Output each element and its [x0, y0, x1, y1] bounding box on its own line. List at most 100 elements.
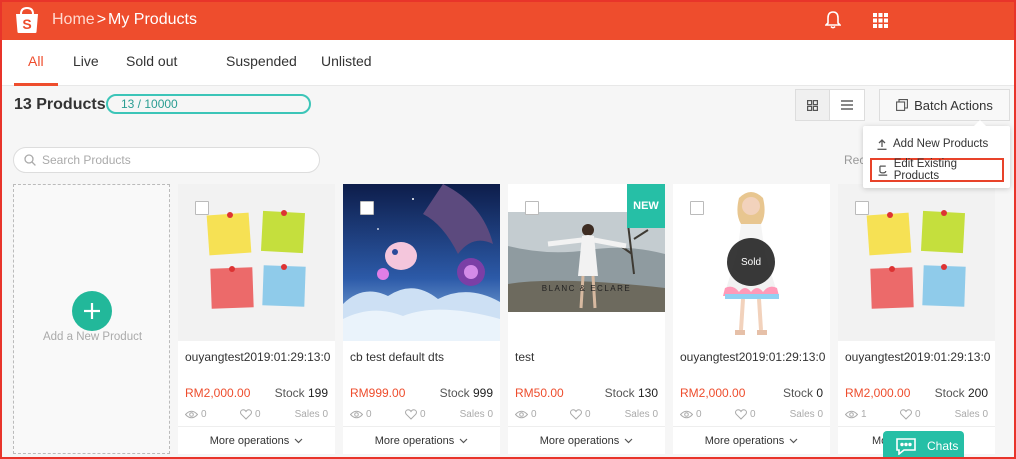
product-checkbox[interactable] — [195, 201, 209, 215]
product-stats: 0 0 Sales 0 — [350, 409, 493, 423]
likes-stat: 0 — [570, 409, 591, 420]
product-card[interactable]: Sold ouyangtest2019:01:29:13:01 RM2,000.… — [673, 184, 830, 454]
tab-all[interactable]: All — [14, 40, 57, 86]
add-new-product-card[interactable]: Add a New Product — [13, 184, 170, 454]
apps-grid-icon[interactable] — [873, 12, 888, 33]
product-checkbox[interactable] — [525, 201, 539, 215]
search-input[interactable] — [42, 153, 302, 167]
search-box — [13, 147, 320, 173]
notification-bell-icon[interactable] — [824, 11, 842, 34]
search-icon — [24, 154, 36, 166]
add-new-product-label: Add a New Product — [42, 331, 143, 343]
batch-actions-menu: Add New Products Edit Existing Products — [863, 120, 1010, 188]
view-toggle — [795, 89, 865, 121]
sales-label: Sales — [294, 409, 320, 420]
menu-item-label: Add New Products — [893, 138, 989, 150]
likes-count: 0 — [915, 409, 921, 420]
svg-text:S: S — [22, 16, 31, 32]
sales-count: 0 — [322, 409, 328, 420]
menu-item-label: Edit Existing Products — [893, 158, 957, 182]
eye-icon — [185, 410, 198, 419]
stock-value: 130 — [637, 386, 658, 400]
new-badge: NEW — [627, 184, 665, 228]
stock-value: 999 — [472, 386, 493, 400]
edit-icon — [878, 165, 888, 176]
views-count: 0 — [531, 409, 537, 420]
grid-view-button[interactable] — [796, 90, 831, 120]
heart-icon — [570, 409, 582, 420]
product-card[interactable]: cb test default dts RM999.00 Stock 999 0… — [343, 184, 500, 454]
more-operations-label: More operations — [539, 434, 620, 447]
more-operations-button[interactable]: More operations — [343, 426, 500, 454]
breadcrumb-home-link[interactable]: Home — [52, 11, 95, 29]
stock-label: Stock — [604, 386, 635, 400]
more-operations-button[interactable]: More operations — [178, 426, 335, 454]
product-name[interactable]: ouyangtest2019:01:29:13:01 — [680, 350, 826, 364]
product-checkbox[interactable] — [690, 201, 704, 215]
product-stock: Stock 0 — [783, 386, 823, 400]
plus-icon — [84, 303, 100, 319]
copy-icon — [896, 99, 909, 111]
product-name[interactable]: ouyangtest2019:01:29:13:03 — [845, 350, 991, 364]
batch-actions-button[interactable]: Batch Actions — [879, 89, 1010, 121]
sold-overlay: Sold — [727, 238, 775, 286]
top-header: S Home > My Products — [0, 0, 1016, 40]
image-brand-text: BLANC & ECLARE — [541, 284, 632, 293]
chats-label: Chats — [927, 439, 959, 453]
likes-count: 0 — [255, 409, 261, 420]
more-operations-button[interactable]: More operations — [508, 426, 665, 454]
product-name[interactable]: ouyangtest2019:01:29:13:01 — [185, 350, 331, 364]
shopee-logo-icon[interactable]: S — [14, 6, 40, 34]
sales-label: Sales — [459, 409, 485, 420]
likes-stat: 0 — [735, 409, 756, 420]
eye-icon — [515, 410, 528, 419]
batch-actions-label: Batch Actions — [914, 97, 993, 113]
tab-suspended[interactable]: Suspended — [226, 40, 297, 86]
product-checkbox[interactable] — [360, 201, 374, 215]
product-name[interactable]: cb test default dts — [350, 350, 496, 364]
grid-view-icon — [807, 99, 818, 111]
product-card[interactable]: ouyangtest2019:01:29:13:03 RM2,000.00 St… — [838, 184, 995, 454]
views-stat: 0 — [680, 409, 702, 420]
product-price: RM2,000.00 — [845, 386, 911, 400]
product-stock: Stock 999 — [440, 386, 493, 400]
views-stat: 0 — [515, 409, 537, 420]
product-card[interactable]: BLANC & ECLARE NEW test RM50.00 Stock 13… — [508, 184, 665, 454]
stock-label: Stock — [274, 386, 305, 400]
sales-stat: Sales 0 — [460, 409, 493, 420]
heart-icon — [405, 409, 417, 420]
product-stats: 0 0 Sales 0 — [680, 409, 823, 423]
more-operations-label: More operations — [209, 434, 290, 447]
sales-count: 0 — [817, 409, 823, 420]
sales-label: Sales — [789, 409, 815, 420]
likes-count: 0 — [420, 409, 426, 420]
views-stat: 0 — [350, 409, 372, 420]
menu-item-edit-existing-products[interactable]: Edit Existing Products — [870, 158, 1004, 182]
page-title: My Products — [108, 11, 197, 28]
header-actions — [824, 11, 888, 34]
more-operations-label: More operations — [374, 434, 455, 447]
product-count: 13 Products — [14, 96, 106, 113]
product-price: RM2,000.00 — [185, 386, 251, 400]
product-stats: 0 0 Sales 0 — [185, 409, 328, 423]
product-price: RM50.00 — [515, 386, 564, 400]
chats-button[interactable]: Chats — [883, 431, 964, 459]
sales-count: 0 — [652, 409, 658, 420]
list-view-button[interactable] — [830, 90, 864, 120]
tab-sold-out[interactable]: Sold out — [126, 40, 177, 86]
menu-item-add-new-products[interactable]: Add New Products — [863, 132, 1010, 156]
product-price: RM999.00 — [350, 386, 406, 400]
stock-label: Stock — [934, 386, 965, 400]
product-card[interactable]: ouyangtest2019:01:29:13:01 RM2,000.00 St… — [178, 184, 335, 454]
stock-value: 199 — [307, 386, 328, 400]
product-price: RM2,000.00 — [680, 386, 746, 400]
breadcrumb: Home > My Products — [52, 11, 197, 29]
add-product-button[interactable] — [72, 291, 112, 331]
tab-unlisted[interactable]: Unlisted — [321, 40, 372, 86]
eye-icon — [845, 410, 858, 419]
more-operations-button[interactable]: More operations — [673, 426, 830, 454]
product-checkbox[interactable] — [855, 201, 869, 215]
tab-live[interactable]: Live — [73, 40, 99, 86]
views-stat: 0 — [185, 409, 207, 420]
product-name[interactable]: test — [515, 350, 661, 364]
